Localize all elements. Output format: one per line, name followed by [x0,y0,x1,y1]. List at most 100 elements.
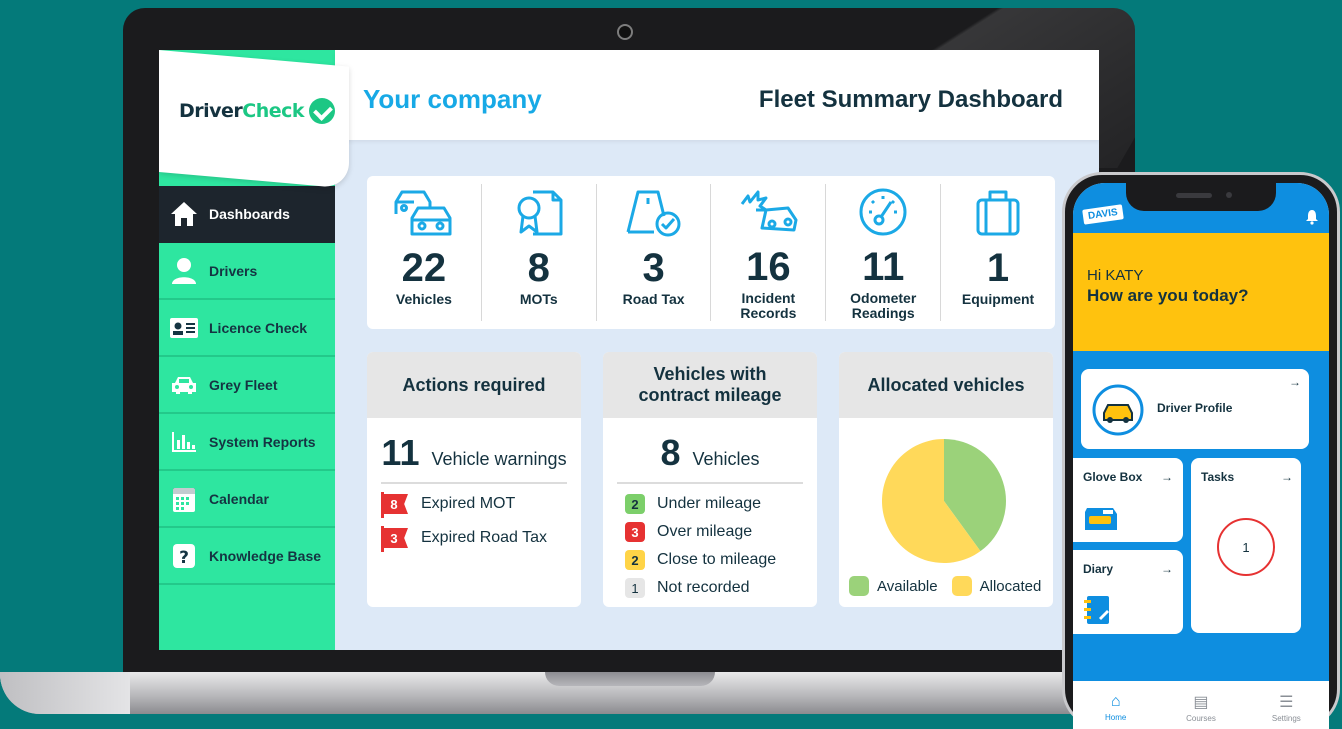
stat-vehicles[interactable]: 22 Vehicles [367,184,482,321]
warning-item-expired-road-tax[interactable]: 3 Expired Road Tax [381,526,581,552]
warning-item-expired-mot[interactable]: 8 Expired MOT [381,492,581,518]
glove-box-tile[interactable]: Glove Box → [1073,458,1183,542]
phone-screen: DAVIS Hi KATY How are you today? → Drive… [1073,183,1329,729]
tile-title: Driver Profile [1157,401,1233,415]
courses-icon: ▤ [1193,693,1209,711]
laptop-lid: DriverCheck Dashboards Drivers Licence C… [123,8,1135,680]
legend-swatch-allocated [951,576,972,596]
sidebar-item-grey-fleet[interactable]: Grey Fleet [159,357,335,414]
sidebar-item-label: Dashboards [209,205,290,222]
stat-label: MOTs [519,291,558,307]
sidebar-item-calendar[interactable]: Calendar [159,471,335,528]
sidebar-item-label: System Reports [209,433,316,450]
phone-nav-courses[interactable]: ▤ Courses [1158,681,1243,729]
stat-mots[interactable]: 8 MOTs [482,184,597,321]
sidebar-item-knowledge-base[interactable]: ? Knowledge Base [159,528,335,585]
tasks-tile[interactable]: Tasks → 1 [1191,458,1301,633]
mileage-item-not-recorded[interactable]: 1 Not recorded [625,578,817,598]
card-title: Allocated vehicles [839,352,1053,418]
divider [381,482,567,484]
card-title: Actions required [367,352,581,418]
stat-value: 8 [527,246,550,290]
stat-label: Incident Records [740,290,797,321]
sidebar-item-label: Knowledge Base [209,547,322,564]
menu-icon: ☰ [1279,693,1294,711]
stat-value: 16 [746,245,791,289]
stat-incident-records[interactable]: 16 Incident Records [711,184,827,321]
driver-profile-tile[interactable]: → Driver Profile [1081,369,1309,449]
mileage-label: Close to mileage [657,551,777,568]
mileage-label: Over mileage [657,523,753,540]
warnings-count: 11 [381,432,420,473]
mileage-vehicle-label: Vehicles [692,449,760,469]
contract-mileage-card[interactable]: Vehicles with contract mileage 8 Vehicle… [603,352,817,607]
logo-text-part1: Driver [179,100,243,122]
greeting-banner: Hi KATY How are you today? [1073,233,1329,351]
tile-title: Diary [1083,562,1114,576]
pie-chart[interactable] [879,436,1009,571]
stat-equipment[interactable]: 1 Equipment [941,184,1055,321]
stat-label: Odometer Readings [850,290,917,321]
sidebar-item-system-reports[interactable]: System Reports [159,414,335,471]
chart-legend: Available Allocated [849,576,1041,596]
diary-tile[interactable]: Diary → [1073,550,1183,634]
stat-label: Road Tax [622,291,685,307]
flag-icon: 3 [381,526,411,552]
mileage-label: Not recorded [657,579,750,596]
mileage-label: Under mileage [657,495,762,512]
sidebar-item-label: Grey Fleet [209,376,278,393]
warnings-summary: 11 Vehicle warnings [367,432,581,473]
mileage-item-under[interactable]: 2 Under mileage [625,494,817,514]
page-title: Fleet Summary Dashboard [758,86,1063,113]
app-logo[interactable]: DriverCheck [179,100,305,122]
phone-device: DAVIS Hi KATY How are you today? → Drive… [1062,172,1340,729]
nav-label: Settings [1271,713,1301,723]
svg-text:?: ? [179,548,189,568]
tile-title: Tasks [1201,470,1235,484]
glove-box-icon [1083,502,1121,539]
road-tax-icon [624,184,684,240]
car-crash-icon [736,184,800,239]
mileage-vehicle-count: 8 [660,432,681,473]
calendar-icon [169,484,199,514]
legend-swatch-available [849,576,869,596]
stat-label: Vehicles [395,291,452,307]
sidebar-item-licence-check[interactable]: Licence Check [159,300,335,357]
tasks-count-badge: 1 [1217,518,1275,576]
mileage-item-over[interactable]: 3 Over mileage [625,522,817,542]
warning-count: 3 [384,528,408,548]
briefcase-icon [972,184,1024,240]
fleet-stats-panel: 22 Vehicles 8 MOTs 3 Road Tax 16 Inciden… [367,176,1055,329]
flag-icon: 8 [381,492,411,518]
bar-chart-icon [169,427,199,457]
greeting-question: How are you today? [1087,286,1249,305]
arrow-right-icon: → [1161,470,1173,484]
card-title: Vehicles with contract mileage [603,352,817,418]
nav-label: Courses [1186,713,1216,723]
stat-road-tax[interactable]: 3 Road Tax [597,184,712,321]
sidebar-item-dashboards[interactable]: Dashboards [159,186,335,243]
help-icon: ? [169,541,199,571]
car-icon [169,370,199,400]
company-name: Your company [363,84,542,114]
arrow-right-icon: → [1281,470,1293,484]
certificate-icon [513,184,565,240]
sidebar-item-drivers[interactable]: Drivers [159,243,335,300]
phone-nav-home[interactable]: ⌂ Home [1073,681,1158,729]
bell-icon[interactable] [1305,209,1319,229]
notebook-icon [1083,594,1113,631]
status-badge: 2 [625,494,645,514]
greeting-text: Hi KATY [1087,267,1144,284]
sidebar-item-label: Licence Check [209,319,308,336]
phone-nav-settings[interactable]: ☰ Settings [1244,681,1329,729]
stat-odometer-readings[interactable]: 11 Odometer Readings [826,184,942,321]
actions-required-card[interactable]: Actions required 11 Vehicle warnings 8 E… [367,352,581,607]
mileage-item-close[interactable]: 2 Close to mileage [625,550,817,570]
allocated-vehicles-card[interactable]: Allocated vehicles Available Allocated [839,352,1053,607]
logo-text-part2: Check [242,100,305,122]
car-icon [1091,383,1145,442]
arrow-right-icon: → [1289,375,1301,389]
home-icon [169,199,199,229]
sidebar-nav: Dashboards Drivers Licence Check Grey Fl… [159,186,335,585]
phone-notch [1126,183,1276,211]
